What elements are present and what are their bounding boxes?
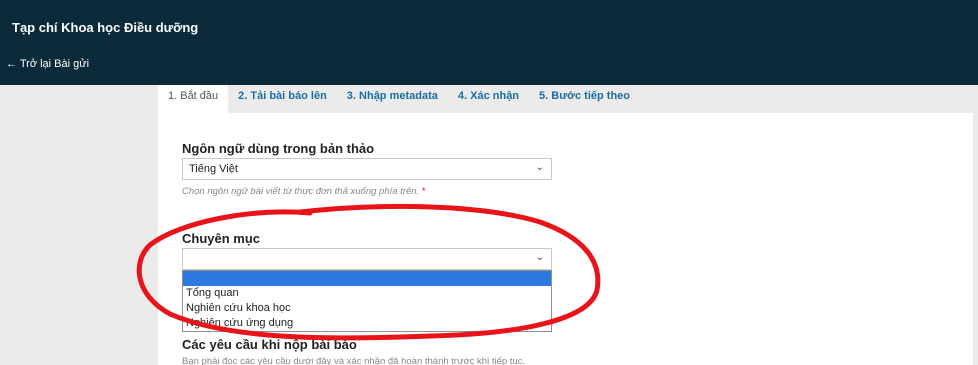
tab-next-steps[interactable]: 5. Bước tiếp theo: [529, 85, 640, 113]
language-select[interactable]: Tiếng Việt ⌄: [182, 158, 552, 180]
required-marker: *: [421, 186, 426, 197]
section-option[interactable]: Nghiên cứu khoa học: [183, 301, 551, 316]
tab-start[interactable]: 1. Bắt đầu: [158, 85, 229, 113]
language-hint: Chọn ngôn ngữ bài viết từ thực đơn thả x…: [182, 186, 426, 197]
language-label: Ngôn ngữ dùng trong bản thảo: [182, 141, 375, 156]
section-label: Chuyên mục: [182, 231, 261, 246]
top-header-bar: Tạp chí Khoa học Điều dưỡng ← Trở lại Bà…: [0, 0, 978, 85]
section-option[interactable]: Nghiên cứu ứng dụng: [183, 316, 551, 331]
section-option[interactable]: [183, 271, 551, 286]
language-hint-text: Chọn ngôn ngữ bài viết từ thực đơn thả x…: [182, 186, 420, 197]
section-option[interactable]: Tổng quan: [183, 286, 551, 301]
requirements-label: Các yêu cầu khi nộp bài báo: [182, 337, 357, 352]
journal-title[interactable]: Tạp chí Khoa học Điều dưỡng: [12, 20, 198, 35]
tab-metadata[interactable]: 3. Nhập metadata: [337, 85, 448, 113]
chevron-down-icon: ⌄: [535, 252, 544, 263]
section-options-dropdown: Tổng quan Nghiên cứu khoa học Nghiên cứu…: [182, 270, 552, 332]
tab-confirm[interactable]: 4. Xác nhận: [448, 85, 529, 113]
section-select[interactable]: ⌄: [182, 248, 552, 270]
chevron-down-icon: ⌄: [535, 162, 544, 173]
wizard-tabs: 1. Bắt đầu 2. Tải bài báo lên 3. Nhập me…: [158, 85, 640, 113]
language-select-value: Tiếng Việt: [189, 163, 238, 175]
back-to-submissions-link[interactable]: ← Trở lại Bài gửi: [6, 58, 89, 70]
requirements-hint: Bạn phải đọc các yêu cầu dưới đây và xác…: [182, 356, 526, 365]
tab-upload[interactable]: 2. Tải bài báo lên: [228, 85, 337, 113]
